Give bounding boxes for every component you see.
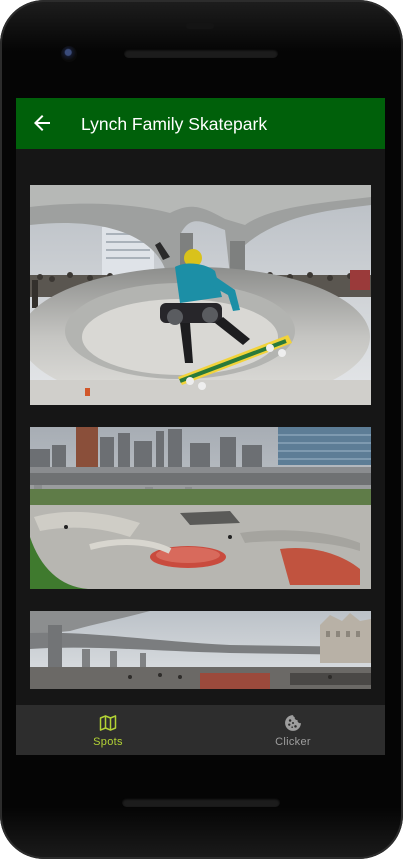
app-bar: Lynch Family Skatepark — [16, 98, 385, 149]
skater-in-bowl-under-bridge-photo — [30, 185, 371, 405]
nav-item-clicker[interactable]: Clicker — [201, 705, 385, 755]
skatepark-highway-panorama-photo — [30, 611, 371, 689]
arrow-back-icon[interactable] — [30, 111, 54, 135]
bottom-speaker — [122, 798, 280, 807]
phone-frame: Lynch Family Skatepark Spots Clicker — [0, 0, 403, 859]
page-title: Lynch Family Skatepark — [81, 114, 268, 134]
proximity-sensor — [186, 23, 214, 29]
nav-label-clicker: Clicker — [275, 736, 311, 748]
earpiece-speaker — [124, 49, 278, 58]
nav-item-spots[interactable]: Spots — [16, 705, 200, 755]
bottom-navigation: Spots Clicker — [16, 705, 385, 755]
front-camera — [61, 46, 77, 62]
spot-image-card[interactable] — [30, 427, 371, 589]
app-screen: Lynch Family Skatepark Spots Clicker — [16, 98, 385, 755]
cookie-icon — [285, 715, 301, 731]
spot-image-card[interactable] — [30, 611, 371, 689]
spot-image-card[interactable] — [30, 185, 371, 405]
spot-image-list[interactable] — [16, 149, 385, 705]
skatepark-aerial-panorama-photo — [30, 427, 371, 589]
map-icon — [99, 715, 117, 731]
nav-label-spots: Spots — [93, 736, 123, 748]
